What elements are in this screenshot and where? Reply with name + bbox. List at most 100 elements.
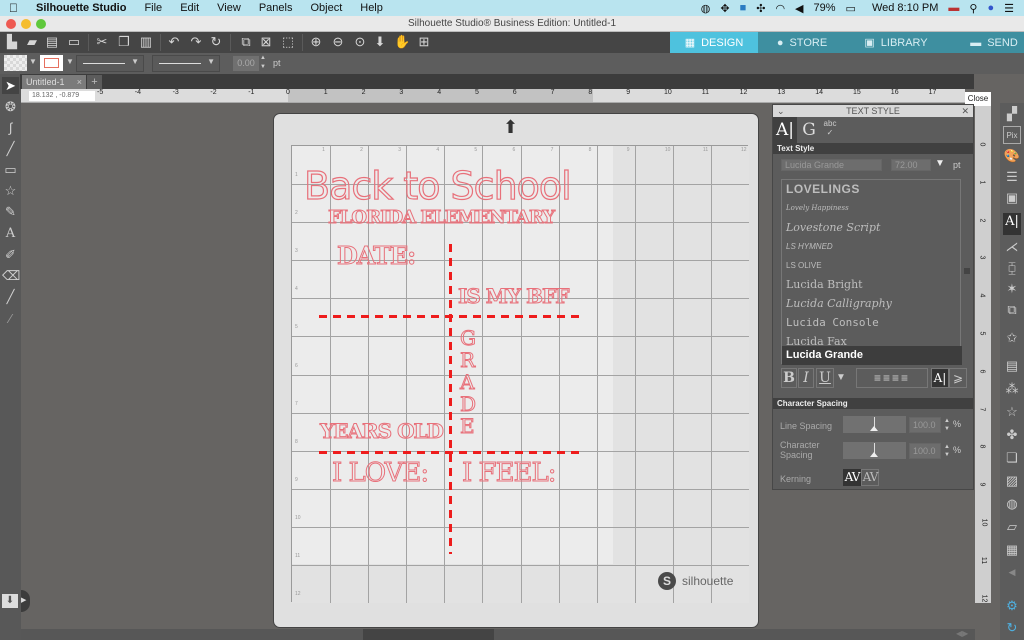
- polygon-star-tool-icon[interactable]: ☆: [2, 182, 19, 199]
- text-to-path-icon[interactable]: ⋌: [1003, 238, 1021, 256]
- tab-library[interactable]: ▣ LIBRARY: [846, 32, 946, 53]
- spell-check-tab-icon[interactable]: abc ✓: [819, 119, 841, 141]
- glyphs-tab-icon[interactable]: G: [799, 117, 819, 143]
- open-folder-icon[interactable]: ▰: [24, 34, 40, 50]
- font-name-input[interactable]: Lucida Grande: [781, 159, 882, 171]
- library-map-icon[interactable]: ▦: [1003, 541, 1021, 559]
- line-color-swatch[interactable]: [40, 55, 63, 71]
- save-icon[interactable]: ▤: [44, 34, 60, 50]
- design-text-years-old[interactable]: YEARS OLD: [320, 419, 445, 444]
- underline-button[interactable]: U: [816, 368, 834, 388]
- horizontal-text-icon[interactable]: A|: [931, 368, 949, 388]
- tab-design[interactable]: ▦ DESIGN: [670, 32, 758, 53]
- character-spacing-stepper[interactable]: ▲ ▼: [944, 443, 950, 459]
- character-spacing-slider[interactable]: [843, 442, 906, 459]
- line-width-input[interactable]: 0.00: [233, 56, 259, 71]
- sketch-tool-icon[interactable]: ✐: [2, 246, 19, 263]
- design-text-title[interactable]: Back to School: [303, 163, 572, 208]
- line-spacing-input[interactable]: 100.0: [909, 417, 941, 433]
- eyedropper-tool-icon[interactable]: ⁄: [2, 310, 19, 327]
- apple-menu-icon[interactable]: : [0, 1, 27, 15]
- dropbox-icon[interactable]: ✥: [720, 2, 729, 15]
- line-width-stepper[interactable]: ▲ ▼: [260, 54, 266, 72]
- horizontal-scroll-thumb[interactable]: [363, 629, 494, 640]
- font-item-lucida-grande[interactable]: Lucida Grande: [782, 346, 962, 365]
- puzzle-icon[interactable]: ✤: [1003, 426, 1021, 444]
- zoom-in-icon[interactable]: ⊕: [308, 34, 324, 50]
- justify-icon[interactable]: ≡: [901, 371, 910, 385]
- pixscan-icon[interactable]: Pix: [1003, 126, 1021, 144]
- mat-grid[interactable]: 1 2 3 4 5 6 7 8 9 10 11 12 1 2 3 4 5 6 7 8 9 10 11 12 Back to S…: [291, 145, 749, 603]
- vertical-ruler[interactable]: 0 1 2 3 4 5 6 7 8 9 10 11 12: [975, 103, 991, 603]
- menu-object[interactable]: Object: [301, 2, 351, 14]
- line-color-dropdown-arrow-icon[interactable]: ▼: [66, 57, 74, 66]
- status-app-icon-2[interactable]: ■: [740, 2, 747, 14]
- menu-file[interactable]: File: [135, 2, 171, 14]
- app-menu[interactable]: Silhouette Studio: [27, 2, 135, 14]
- ungroup-icon[interactable]: ⊠: [258, 34, 274, 50]
- add-tab-button[interactable]: +: [87, 75, 102, 89]
- knife-tool-icon[interactable]: ╱: [2, 288, 19, 305]
- fill-color-swatch[interactable]: [4, 55, 27, 71]
- font-item-ls-olive[interactable]: LS OLIVE: [782, 256, 962, 275]
- menu-panels[interactable]: Panels: [250, 2, 302, 14]
- menu-view[interactable]: View: [208, 2, 250, 14]
- make-compound-icon[interactable]: ⬚: [280, 34, 296, 50]
- design-text-i-feel[interactable]: I FEEL:: [462, 458, 558, 489]
- tab-store[interactable]: ● STORE: [758, 32, 846, 53]
- align-right-icon[interactable]: ≡: [892, 371, 901, 385]
- paste-icon[interactable]: ▥: [138, 34, 154, 50]
- settings-gear-icon[interactable]: ⚙: [1003, 597, 1021, 615]
- bluetooth-icon[interactable]: ✣: [756, 2, 765, 15]
- align-center-icon[interactable]: ≡: [883, 371, 892, 385]
- fill-pattern-icon[interactable]: ▣: [1003, 189, 1021, 207]
- close-window-button[interactable]: [6, 19, 16, 29]
- horizontal-ruler[interactable]: 18.132 , -0.879 -5 -4 -3 -2 -1 0 1 2 3 4 5 6 7 8 9 10 11…: [21, 89, 965, 103]
- trace-icon[interactable]: ▨: [1003, 472, 1021, 490]
- print-icon[interactable]: ▭: [66, 34, 82, 50]
- scroll-arrows-icon[interactable]: ◀▶: [956, 629, 968, 638]
- fit-to-page-icon[interactable]: ⊞: [416, 34, 432, 50]
- alignment-buttons[interactable]: ≡≡≡≡: [856, 368, 928, 388]
- menu-edit[interactable]: Edit: [171, 2, 208, 14]
- font-item-lucida-calligraphy[interactable]: Lucida Calligraphy: [782, 294, 962, 313]
- cut-icon[interactable]: ✂: [94, 34, 110, 50]
- rhinestone-icon[interactable]: ⁂: [1003, 380, 1021, 398]
- battery-icon[interactable]: ▭: [846, 2, 856, 15]
- bold-button[interactable]: B: [781, 368, 797, 388]
- edit-points-tool-icon[interactable]: ❂: [2, 98, 19, 115]
- text-tool-icon[interactable]: A: [2, 225, 19, 242]
- expand-library-handle[interactable]: ▶: [21, 590, 30, 612]
- zoom-out-icon[interactable]: ⊖: [330, 34, 346, 50]
- nesting-icon[interactable]: ◍: [1003, 495, 1021, 513]
- tab-send[interactable]: ▬ SEND: [946, 32, 1024, 53]
- offset-icon[interactable]: ▤: [1003, 357, 1021, 375]
- font-list[interactable]: LOVELINGS Lovely Happiness Lovestone Scr…: [781, 179, 971, 365]
- flag-icon[interactable]: ▬: [948, 2, 959, 14]
- pan-down-icon[interactable]: ⬇: [372, 34, 388, 50]
- siri-icon[interactable]: ●: [987, 2, 994, 14]
- status-app-icon[interactable]: ◍: [701, 2, 711, 15]
- italic-button[interactable]: I: [798, 368, 814, 388]
- line-spacing-slider[interactable]: [843, 416, 906, 433]
- layers-icon[interactable]: ❏: [1003, 449, 1021, 467]
- redo-icon[interactable]: ↷: [188, 34, 204, 50]
- design-text-date[interactable]: DATE:: [336, 241, 416, 271]
- text-style-panel-icon[interactable]: A|: [1003, 213, 1021, 235]
- font-item-lovestone-script[interactable]: Lovestone Script: [782, 218, 962, 237]
- warp-icon[interactable]: ▱: [1003, 518, 1021, 536]
- fill-dropdown-arrow-icon[interactable]: ▼: [29, 57, 37, 66]
- copy-icon[interactable]: ❐: [116, 34, 132, 50]
- clock[interactable]: Wed 8:10 PM: [872, 2, 938, 14]
- design-text-school[interactable]: FLORIDA ELEMENTARY: [327, 207, 555, 229]
- volume-icon[interactable]: ◀: [795, 2, 803, 15]
- modify-star-icon[interactable]: ✩: [1003, 329, 1021, 347]
- align-left-icon[interactable]: ≡: [874, 371, 883, 385]
- rectangle-tool-icon[interactable]: ▭: [2, 161, 19, 178]
- vertical-text-icon[interactable]: ⩾: [949, 368, 967, 388]
- underline-dropdown-icon[interactable]: ▼: [834, 368, 848, 388]
- font-item-lovelings[interactable]: LOVELINGS: [782, 180, 962, 199]
- pencil-tool-icon[interactable]: ✎: [2, 203, 19, 220]
- design-text-bff[interactable]: IS MY BFF: [457, 284, 569, 309]
- font-item-lovely-happiness[interactable]: Lovely Happiness: [782, 199, 962, 218]
